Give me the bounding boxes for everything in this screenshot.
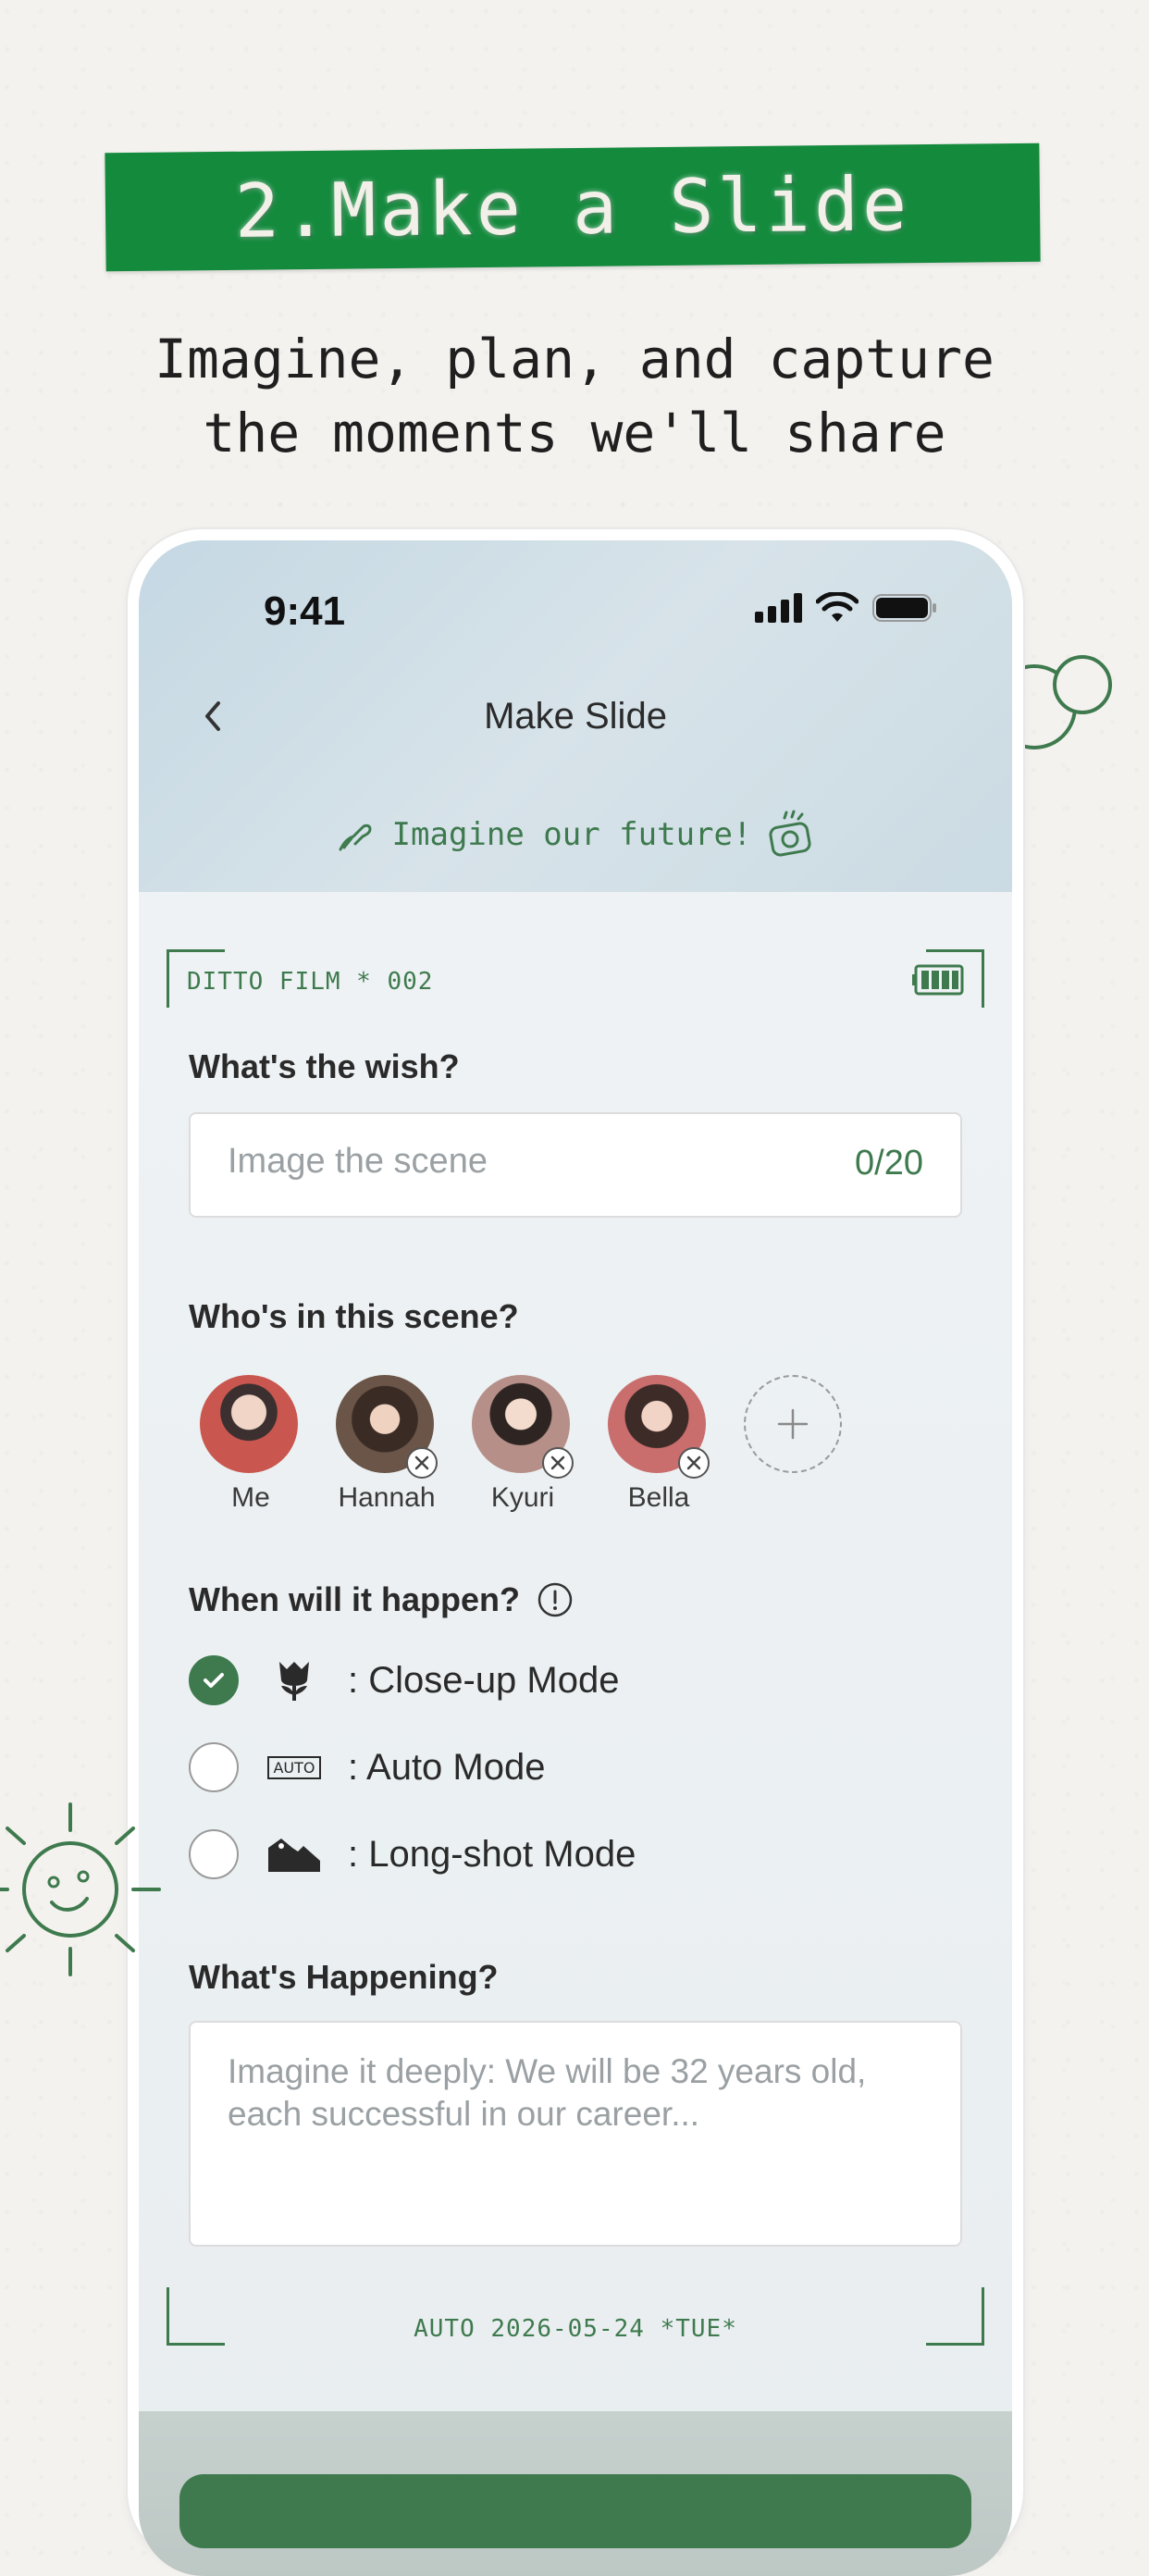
close-icon bbox=[550, 1455, 565, 1470]
radio-unchecked[interactable] bbox=[189, 1829, 239, 1879]
banner-title: 2.Make a Slide bbox=[234, 160, 911, 254]
app-screen: 9:41 Make Slide Imagine our future! DITT… bbox=[139, 540, 1012, 2576]
date-stamp: AUTO 2026-05-24 *TUE* bbox=[414, 2315, 737, 2343]
mode-option-auto[interactable]: AUTO : Auto Mode bbox=[189, 1740, 545, 1795]
tagline-text: Imagine our future! bbox=[391, 816, 752, 853]
check-icon bbox=[204, 1673, 224, 1688]
battery-status-icon bbox=[872, 594, 936, 622]
char-counter: 0/20 bbox=[855, 1144, 923, 1183]
mode-label: : Auto Mode bbox=[348, 1746, 546, 1788]
film-label: DITTO FILM * 002 bbox=[187, 968, 434, 996]
mode-option-longshot[interactable]: : Long-shot Mode bbox=[189, 1827, 636, 1882]
mode-label: : Close-up Mode bbox=[348, 1659, 620, 1701]
mode-label: : Long-shot Mode bbox=[348, 1833, 636, 1875]
when-label: When will it happen? bbox=[189, 1580, 520, 1618]
person-name: Kyuri bbox=[490, 1482, 555, 1513]
avatar bbox=[200, 1375, 298, 1473]
when-section-header: When will it happen? bbox=[189, 1580, 574, 1619]
primary-action-button[interactable] bbox=[179, 2474, 971, 2548]
remove-person-button[interactable] bbox=[542, 1447, 574, 1479]
subtitle: Imagine, plan, and capture the moments w… bbox=[154, 328, 995, 464]
radio-checked[interactable] bbox=[189, 1655, 239, 1705]
plus-icon bbox=[777, 1408, 809, 1440]
header-area: 9:41 Make Slide Imagine our future! bbox=[139, 540, 1012, 892]
scene-label: Who's in this scene? bbox=[189, 1297, 519, 1335]
signal-icon bbox=[755, 593, 802, 623]
wifi-icon bbox=[816, 592, 859, 622]
happening-placeholder: Imagine it deeply: We will be 32 years o… bbox=[228, 2052, 867, 2133]
title-banner: 2.Make a Slide bbox=[105, 142, 1041, 272]
close-icon bbox=[686, 1455, 701, 1470]
happening-textarea[interactable]: Imagine it deeply: We will be 32 years o… bbox=[189, 2021, 962, 2247]
person-name: Bella bbox=[627, 1482, 690, 1513]
battery-icon bbox=[912, 964, 964, 996]
radio-unchecked[interactable] bbox=[189, 1742, 239, 1792]
wish-input[interactable]: Image the scene 0/20 bbox=[189, 1112, 962, 1218]
person-name: Hannah bbox=[338, 1482, 436, 1513]
avatar bbox=[336, 1375, 438, 1479]
person-kyuri[interactable]: Kyuri bbox=[472, 1375, 574, 1514]
sun-doodle-icon bbox=[0, 1802, 161, 1976]
auto-icon-text: AUTO bbox=[267, 1755, 321, 1779]
wish-placeholder: Image the scene bbox=[228, 1142, 488, 1181]
remove-person-button[interactable] bbox=[678, 1447, 710, 1479]
mode-option-closeup[interactable]: : Close-up Mode bbox=[189, 1653, 619, 1708]
tulip-icon bbox=[266, 1657, 322, 1703]
add-person-button[interactable] bbox=[744, 1375, 842, 1473]
pointing-hand-icon bbox=[339, 824, 372, 851]
happening-label: What's Happening? bbox=[189, 1958, 499, 1996]
info-icon[interactable] bbox=[537, 1581, 574, 1618]
wish-label: What's the wish? bbox=[189, 1047, 460, 1085]
person-me[interactable]: Me bbox=[200, 1375, 302, 1514]
person-bella[interactable]: Bella bbox=[608, 1375, 710, 1514]
auto-icon: AUTO bbox=[266, 1744, 322, 1790]
status-icons bbox=[755, 592, 938, 624]
mountain-icon bbox=[266, 1831, 322, 1877]
tagline: Imagine our future! bbox=[139, 809, 1012, 861]
person-hannah[interactable]: Hannah bbox=[336, 1375, 438, 1514]
status-time: 9:41 bbox=[264, 588, 346, 634]
phone-frame: 9:41 Make Slide Imagine our future! DITT… bbox=[128, 529, 1023, 2576]
close-icon bbox=[414, 1455, 429, 1470]
remove-person-button[interactable] bbox=[406, 1447, 438, 1479]
avatar bbox=[608, 1375, 710, 1479]
avatar bbox=[472, 1375, 574, 1479]
page-title: Make Slide bbox=[484, 696, 667, 737]
person-name: Me bbox=[231, 1482, 270, 1513]
camera-doodle-icon bbox=[769, 810, 812, 857]
